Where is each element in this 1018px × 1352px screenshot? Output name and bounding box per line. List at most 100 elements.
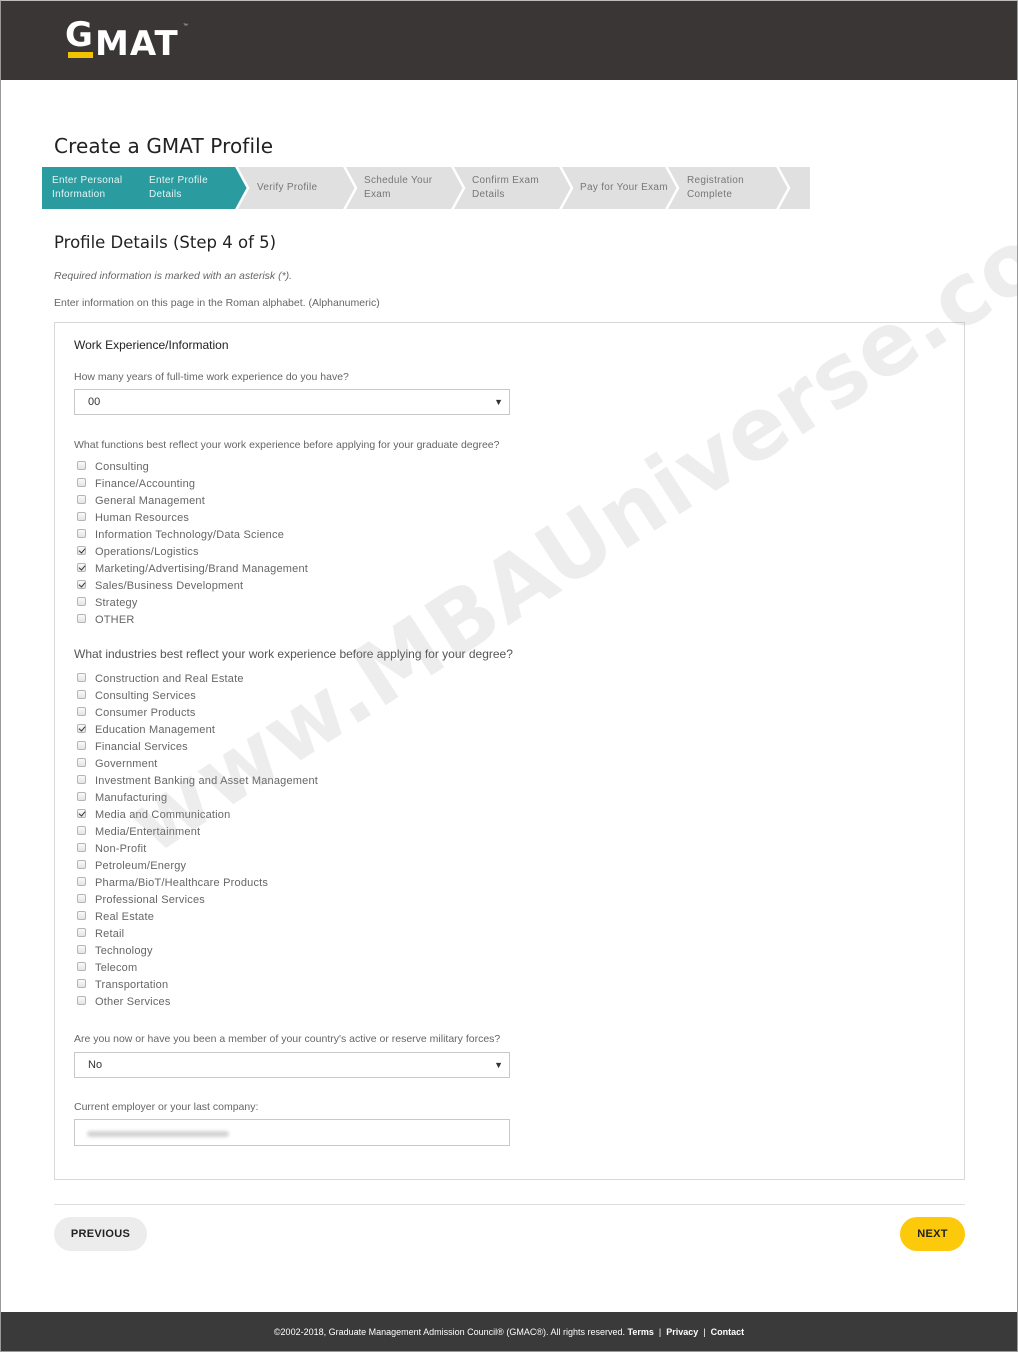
checkbox-label: Operations/Logistics — [95, 545, 199, 558]
function-checkbox-item[interactable]: OTHER — [77, 611, 308, 628]
checkbox-unchecked[interactable] — [77, 961, 86, 971]
function-checkbox-item[interactable]: Consulting — [77, 458, 308, 475]
industry-checkbox-item[interactable]: Petroleum/Energy — [77, 857, 318, 874]
checkbox-label: Consumer Products — [95, 706, 196, 719]
step-label-line: Registration — [687, 175, 744, 186]
industries-checkbox-list: Construction and Real Estate Consulting S… — [77, 670, 318, 1010]
site-header: G MAT ™ — [1, 1, 1017, 80]
industry-checkbox-item[interactable]: Transportation — [77, 976, 318, 993]
checkbox-label: Other Services — [95, 995, 171, 1008]
industry-checkbox-item[interactable]: Consulting Services — [77, 687, 318, 704]
registration-stepper: Enter Personal Information Enter Profile D… — [42, 167, 810, 209]
checkbox-checked[interactable] — [77, 723, 86, 733]
checkbox-unchecked[interactable] — [77, 740, 86, 750]
industry-checkbox-item[interactable]: Financial Services — [77, 738, 318, 755]
contact-link[interactable]: Contact — [711, 1327, 745, 1337]
checkbox-unchecked[interactable] — [77, 876, 86, 886]
checkbox-label: Marketing/Advertising/Brand Management — [95, 562, 309, 575]
checkbox-unchecked[interactable] — [77, 825, 86, 835]
checkbox-unchecked[interactable] — [77, 511, 86, 521]
function-checkbox-item[interactable]: Strategy — [77, 594, 308, 611]
checkbox-unchecked[interactable] — [77, 706, 86, 716]
checkbox-unchecked[interactable] — [77, 596, 86, 606]
industry-checkbox-item[interactable]: Professional Services — [77, 891, 318, 908]
industry-checkbox-item[interactable]: Investment Banking and Asset Management — [77, 772, 318, 789]
function-checkbox-item[interactable]: Information Technology/Data Science — [77, 526, 308, 543]
checkbox-unchecked[interactable] — [77, 859, 86, 869]
checkbox-unchecked[interactable] — [77, 494, 86, 504]
checkbox-label: Financial Services — [95, 740, 188, 753]
checkbox-unchecked[interactable] — [77, 757, 86, 767]
privacy-link[interactable]: Privacy — [666, 1327, 698, 1337]
employer-input[interactable] — [74, 1119, 510, 1146]
function-checkbox-item[interactable]: Marketing/Advertising/Brand Management — [77, 560, 308, 577]
industry-checkbox-item[interactable]: Manufacturing — [77, 789, 318, 806]
step-schedule-your-exam: Schedule Your Exam — [364, 167, 432, 209]
checkbox-checked[interactable] — [77, 562, 86, 572]
industry-checkbox-item[interactable]: Pharma/BioT/Healthcare Products — [77, 874, 318, 891]
checkbox-label: Investment Banking and Asset Management — [95, 774, 319, 787]
checkbox-unchecked[interactable] — [77, 774, 86, 784]
checkbox-unchecked[interactable] — [77, 477, 86, 487]
chevron-separator — [343, 167, 358, 209]
military-value: No — [88, 1059, 103, 1071]
industry-checkbox-item[interactable]: Non-Profit — [77, 840, 318, 857]
functions-question-label: What functions best reflect your work ex… — [74, 439, 500, 451]
checkbox-unchecked[interactable] — [77, 613, 86, 623]
function-checkbox-item[interactable]: Finance/Accounting — [77, 475, 308, 492]
step-label-line: Exam — [364, 189, 391, 200]
checkbox-label: Consulting — [95, 460, 149, 473]
checkbox-unchecked[interactable] — [77, 842, 86, 852]
industry-checkbox-item[interactable]: Media and Communication — [77, 806, 318, 823]
industry-checkbox-item[interactable]: Telecom — [77, 959, 318, 976]
industry-checkbox-item[interactable]: Education Management — [77, 721, 318, 738]
step-enter-personal-information[interactable]: Enter Personal Information — [52, 167, 122, 209]
checkbox-checked[interactable] — [77, 808, 86, 818]
checkbox-checked[interactable] — [77, 579, 86, 589]
function-checkbox-item[interactable]: Sales/Business Development — [77, 577, 308, 594]
checkbox-unchecked[interactable] — [77, 978, 86, 988]
chevron-separator — [559, 167, 574, 209]
checkbox-unchecked[interactable] — [77, 791, 86, 801]
checkbox-checked[interactable] — [77, 545, 86, 555]
previous-button[interactable]: PREVIOUS — [54, 1217, 147, 1251]
required-note: Required information is marked with an a… — [54, 270, 293, 282]
function-checkbox-item[interactable]: General Management — [77, 492, 308, 509]
checkbox-label: Government — [95, 757, 158, 770]
checkbox-unchecked[interactable] — [77, 893, 86, 903]
next-button[interactable]: NEXT — [900, 1217, 965, 1251]
checkbox-unchecked[interactable] — [77, 528, 86, 538]
checkbox-unchecked[interactable] — [77, 460, 86, 470]
checkbox-label: Pharma/BioT/Healthcare Products — [95, 876, 269, 889]
checkbox-label: Finance/Accounting — [95, 477, 196, 490]
function-checkbox-item[interactable]: Operations/Logistics — [77, 543, 308, 560]
checkbox-unchecked[interactable] — [77, 910, 86, 920]
checkbox-unchecked[interactable] — [77, 689, 86, 699]
copyright-text: ©2002-2018, Graduate Management Admissio… — [273, 1326, 625, 1337]
years-experience-value: 00 — [88, 396, 101, 408]
industry-checkbox-item[interactable]: Technology — [77, 942, 318, 959]
military-select[interactable]: No ▼ — [74, 1052, 510, 1078]
dropdown-arrow-icon: ▼ — [494, 397, 503, 407]
checkbox-label: Information Technology/Data Science — [95, 528, 285, 541]
checkbox-label: Media/Entertainment — [95, 825, 201, 838]
checkbox-unchecked[interactable] — [77, 672, 86, 682]
industry-checkbox-item[interactable]: Media/Entertainment — [77, 823, 318, 840]
checkbox-label: Media and Communication — [95, 808, 231, 821]
step-enter-profile-details[interactable]: Enter Profile Details — [149, 167, 208, 209]
industry-checkbox-item[interactable]: Other Services — [77, 993, 318, 1010]
step-label-line: Verify Profile — [257, 182, 318, 193]
terms-link[interactable]: Terms — [628, 1327, 654, 1337]
gmat-logo[interactable]: G MAT ™ — [65, 15, 195, 64]
industry-checkbox-item[interactable]: Retail — [77, 925, 318, 942]
industry-checkbox-item[interactable]: Government — [77, 755, 318, 772]
function-checkbox-item[interactable]: Human Resources — [77, 509, 308, 526]
industry-checkbox-item[interactable]: Construction and Real Estate — [77, 670, 318, 687]
industry-checkbox-item[interactable]: Real Estate — [77, 908, 318, 925]
years-experience-select[interactable]: 00 ▼ — [74, 389, 510, 415]
checkbox-unchecked[interactable] — [77, 995, 86, 1005]
checkbox-unchecked[interactable] — [77, 944, 86, 954]
checkbox-unchecked[interactable] — [77, 927, 86, 937]
employer-label: Current employer or your last company: — [74, 1101, 259, 1113]
industry-checkbox-item[interactable]: Consumer Products — [77, 704, 318, 721]
